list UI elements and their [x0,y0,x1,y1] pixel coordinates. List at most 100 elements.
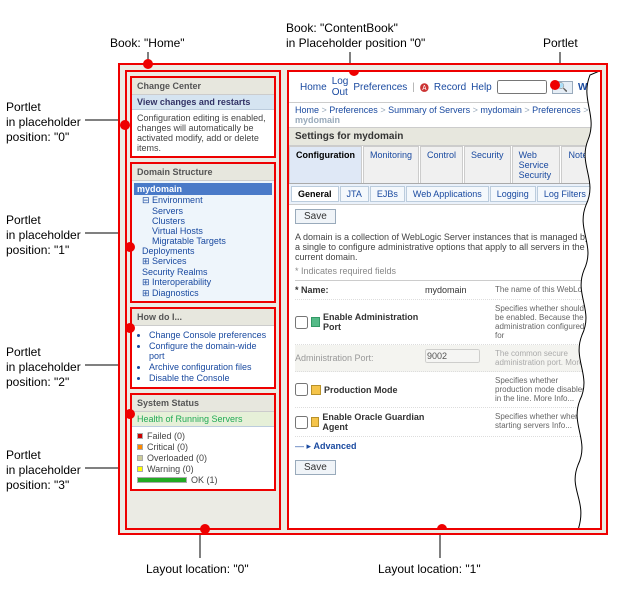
subtab-ejbs[interactable]: EJBs [370,186,405,202]
search-input[interactable] [497,80,547,94]
breadcrumb: Home > Preferences > Summary of Servers … [289,103,600,127]
crumb[interactable]: Summary of Servers [388,105,470,115]
layout-location-0: Change Center View changes and restarts … [125,70,281,530]
link-logout[interactable]: Log Out [332,76,349,98]
book-home: Change Center View changes and restarts … [118,63,608,535]
link-record[interactable]: Record [434,82,466,93]
tree-item-interop[interactable]: ⊞ Interoperability [134,277,272,288]
restart-icon [311,385,321,395]
tree-item-deployments[interactable]: Deployments [134,246,272,256]
link-home[interactable]: Home [300,82,327,93]
domain-tree[interactable]: mydomain ⊟ Environment Servers Clusters … [132,181,274,301]
tabs-main: Configuration Monitoring Control Securit… [289,146,600,184]
callout-dot [125,409,135,419]
tab-control[interactable]: Control [420,146,463,183]
crumb[interactable]: Preferences [329,105,378,115]
link-preferences[interactable]: Preferences [353,82,407,93]
tree-item-migratable[interactable]: Migratable Targets [134,236,272,246]
row-name: * Name: mydomain The name of this WebLog… [295,281,594,300]
change-center-text: Configuration editing is enabled, change… [132,110,274,156]
callout-dot [200,524,210,534]
subtab-general[interactable]: General [291,186,339,202]
required-legend: * Indicates required fields [295,266,594,276]
portlet-title: System Status [132,395,274,412]
status-row-overloaded: Overloaded (0) [137,453,269,463]
subtab-logging[interactable]: Logging [490,186,536,202]
subtab-web-applications[interactable]: Web Applications [406,186,489,202]
portlet-change-center: Change Center View changes and restarts … [130,76,276,158]
status-row-ok: OK (1) [137,475,269,485]
status-row-failed: Failed (0) [137,431,269,441]
restart-icon [311,417,319,427]
crumb[interactable]: Preferences [532,105,581,115]
tree-item-servers[interactable]: Servers [134,206,272,216]
checkbox-production-mode[interactable] [295,383,308,396]
label-production-mode: Production Mode [324,385,398,395]
tree-item-environment[interactable]: ⊟ Environment [134,195,272,206]
callout-dot [143,59,153,69]
portlet-domain-structure: Domain Structure mydomain ⊟ Environment … [130,162,276,303]
link-view-changes[interactable]: View changes and restarts [132,95,274,110]
restart-icon [311,317,320,327]
label-admin-port-number: Administration Port: [295,349,425,367]
tab-monitoring[interactable]: Monitoring [363,146,419,183]
portlet-title: Domain Structure [132,164,274,181]
tab-security[interactable]: Security [464,146,511,183]
portlet-title: How do I... [132,309,274,326]
label-name: * Name: [295,285,329,295]
crumb[interactable]: Home [295,105,319,115]
row-admin-port: Enable Administration Port Specifies whe… [295,300,594,345]
tab-configuration[interactable]: Configuration [289,146,362,183]
subtab-log-filters[interactable]: Log Filters [537,186,593,202]
label-guardian: Enable Oracle Guardian Agent [322,412,425,432]
save-button-bottom[interactable]: Save [295,460,336,475]
settings-title: Settings for mydomain [289,127,600,146]
record-icon[interactable]: 🅐 [420,81,429,94]
link-help[interactable]: Help [471,82,492,93]
howdoi-link[interactable]: Configure the domain-wide port [149,341,269,361]
howdoi-link[interactable]: Disable the Console [149,373,269,383]
checkbox-guardian[interactable] [295,416,308,429]
row-admin-port-number: Administration Port: The common secure a… [295,345,594,372]
portlet-how-do-i: How do I... Change Console preferences C… [130,307,276,389]
domain-description: A domain is a collection of WebLogic Ser… [295,232,594,262]
label-admin-port: Enable Administration Port [323,312,425,332]
callout-dot [125,323,135,333]
tree-item-clusters[interactable]: Clusters [134,216,272,226]
value-name: mydomain [425,285,495,295]
portlet-title: Change Center [132,78,274,95]
subtab-jta[interactable]: JTA [340,186,369,202]
crumb[interactable]: mydomain [480,105,522,115]
subtabs: General JTA EJBs Web Applications Loggin… [289,184,600,205]
tree-item-security-realms[interactable]: Security Realms [134,267,272,277]
callout-dot [437,524,447,530]
row-guardian: Enable Oracle Guardian Agent Specifies w… [295,408,594,437]
callout-dot [120,120,130,130]
status-subtitle: Health of Running Servers [132,412,274,427]
status-row-warning: Warning (0) [137,464,269,474]
layout-location-1: Home Log Out Preferences | 🅐 Record Help… [287,70,602,530]
howdoi-link[interactable]: Archive configuration files [149,362,269,372]
tab-notes[interactable]: Notes [561,146,599,183]
tree-domain[interactable]: mydomain [134,183,272,195]
row-production-mode: Production Mode Specifies whether produc… [295,372,594,408]
help-guardian: Specifies whether when starting servers … [495,412,594,432]
checkbox-admin-port[interactable] [295,316,308,329]
form-area: A domain is a collection of WebLogic Ser… [289,232,600,485]
callout-dot [550,80,560,90]
portlet-system-status: System Status Health of Running Servers … [130,393,276,491]
howdoi-link[interactable]: Change Console preferences [149,330,269,340]
help-admin-port: Specifies whether should be enabled. Bec… [495,304,594,340]
save-button-top[interactable]: Save [295,209,336,224]
crumb-current: mydomain [295,115,340,125]
callout-dot [125,242,135,252]
tab-web-service-security[interactable]: Web Service Security [512,146,561,183]
status-row-critical: Critical (0) [137,442,269,452]
tree-item-diagnostics[interactable]: ⊞ Diagnostics [134,288,272,299]
advanced-toggle[interactable]: — ▸ Advanced [295,437,594,456]
input-admin-port[interactable] [425,349,480,363]
help-name: The name of this WebLogic [495,285,594,295]
help-production-mode: Specifies whether production mode disabl… [495,376,594,403]
tree-item-services[interactable]: ⊞ Services [134,256,272,267]
tree-item-virtual-hosts[interactable]: Virtual Hosts [134,226,272,236]
